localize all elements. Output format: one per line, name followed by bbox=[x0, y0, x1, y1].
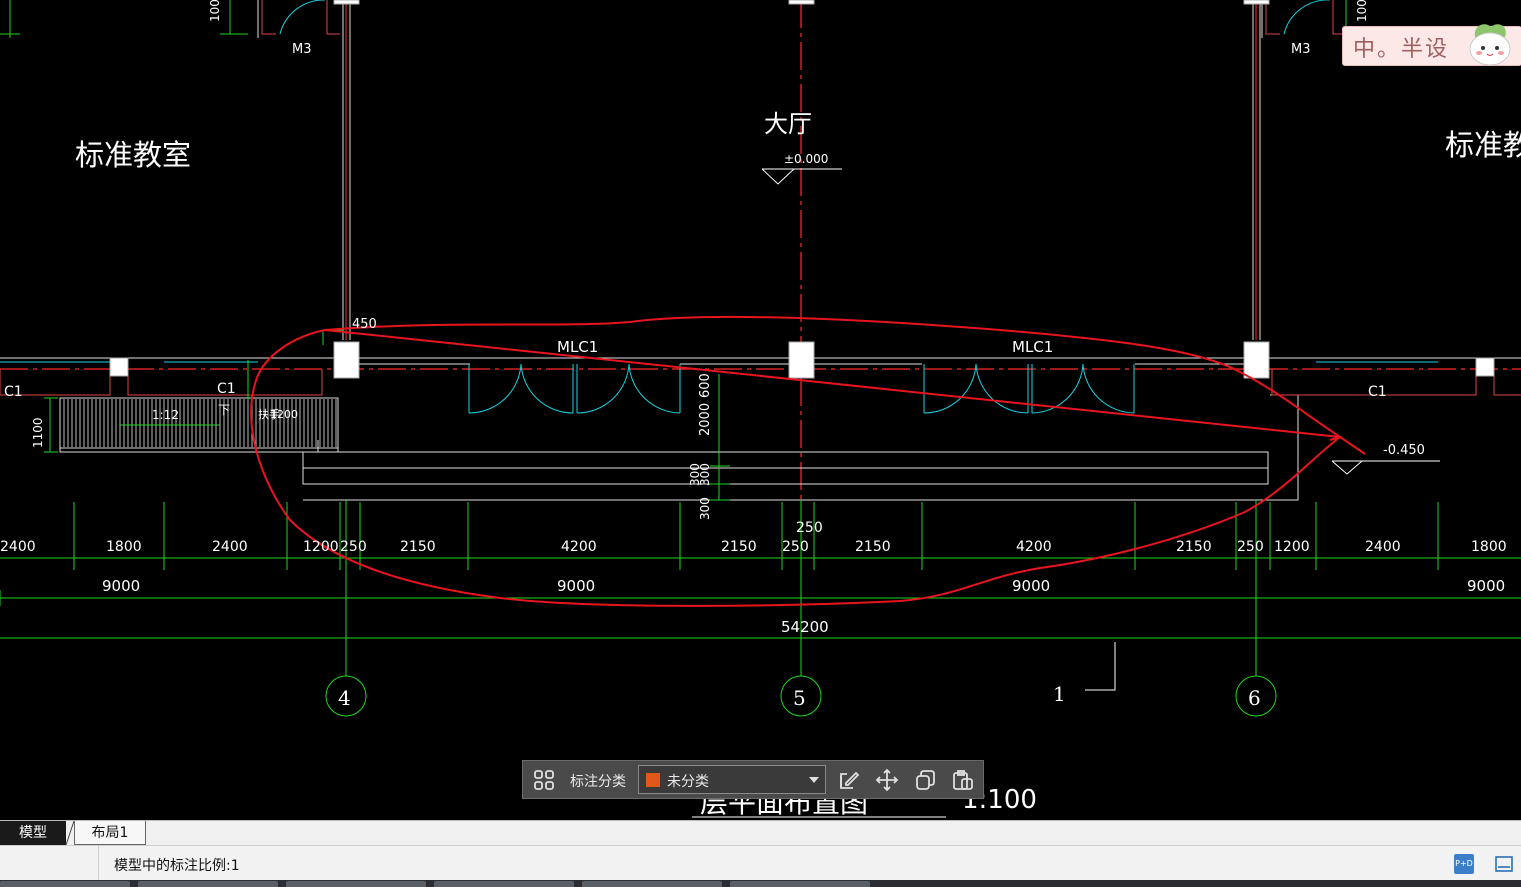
dim-vert-top-right: 1000 bbox=[1355, 0, 1369, 22]
ramp-side-dim: 1100 bbox=[31, 417, 45, 448]
os-taskbar bbox=[0, 880, 1521, 887]
dim-450: 450 bbox=[352, 317, 377, 332]
dim-vert-top-left: 1000 bbox=[208, 0, 222, 22]
dim-label: 9000 bbox=[1467, 577, 1505, 595]
window-tag-c1-right: C1 bbox=[1368, 384, 1387, 400]
annotation-category-select[interactable]: 未分类 bbox=[638, 765, 826, 794]
elevation-hall: ±0.000 bbox=[784, 152, 828, 166]
ime-text: 中。半设 bbox=[1353, 37, 1450, 62]
ramp-width: 1200 bbox=[270, 408, 298, 421]
move-icon[interactable] bbox=[875, 768, 899, 792]
taskbar-item[interactable] bbox=[0, 881, 130, 887]
dim-label: 1200 bbox=[1274, 539, 1310, 555]
tab-layout1[interactable]: 布局1 bbox=[74, 821, 146, 845]
ime-widget[interactable]: 中。半设 bbox=[1342, 24, 1521, 66]
chevron-down-icon bbox=[809, 777, 819, 783]
room-label-right: 标准教 bbox=[1445, 128, 1521, 162]
taskbar-item[interactable] bbox=[286, 881, 426, 887]
annotation-toolbar: 标注分类 未分类 bbox=[522, 760, 984, 799]
status-left-panel bbox=[0, 846, 99, 881]
dim-label: 9000 bbox=[102, 577, 140, 595]
dim-label: 4200 bbox=[1016, 539, 1052, 555]
copy-icon[interactable] bbox=[913, 768, 937, 792]
cat-mascot-icon bbox=[1469, 24, 1511, 66]
dim-label: 250 bbox=[1237, 539, 1264, 555]
layout-tab-bar: 模型 布局1 bbox=[0, 820, 1521, 846]
column-4 bbox=[333, 341, 360, 379]
dim-row-1: 2400 1800 2400 1200 250 2150 4200 2150 250 2150 42… bbox=[0, 539, 1507, 555]
grid-apps-icon[interactable] bbox=[532, 768, 556, 792]
window-tag-c1-left: C1 bbox=[217, 381, 236, 397]
dim-label: 4200 bbox=[561, 539, 597, 555]
p-d-icon[interactable]: P+D bbox=[1454, 854, 1474, 874]
floor-plan-drawing: 标准教室 标准教 大厅 ±0.000 -0.450 M3 M3 MLC1 MLC… bbox=[0, 0, 1521, 819]
dim-label: 250 bbox=[782, 539, 809, 555]
dim-label: 250 bbox=[340, 539, 367, 555]
dim-label: 2150 bbox=[855, 539, 891, 555]
annotation-category-value: 未分类 bbox=[667, 774, 709, 790]
window-tag-c1-far-left: C1 bbox=[4, 384, 23, 400]
column-6 bbox=[1243, 341, 1270, 379]
door-tag-m3-right: M3 bbox=[1291, 42, 1311, 57]
axis-label-5: 5 bbox=[793, 686, 806, 710]
door-tag-m3-left: M3 bbox=[292, 42, 312, 57]
dim-label: 2400 bbox=[212, 539, 248, 555]
dim-vert-300b: 300 bbox=[698, 497, 712, 520]
dim-label: 1800 bbox=[106, 539, 142, 555]
dim-vert-600: 600 bbox=[698, 373, 713, 398]
window-icon[interactable] bbox=[1494, 854, 1514, 874]
status-bar: 模型中的标注比例:1 P+D bbox=[0, 845, 1521, 881]
dim-row-2: 9000 9000 9000 9000 bbox=[102, 577, 1505, 595]
ramp-slope: 1:12 bbox=[152, 408, 179, 422]
dim-label: 2150 bbox=[400, 539, 436, 555]
annotation-category-label: 标注分类 bbox=[570, 774, 626, 790]
dim-total: 54200 bbox=[781, 618, 829, 636]
category-color-swatch bbox=[646, 773, 660, 787]
taskbar-item[interactable] bbox=[434, 881, 574, 887]
column-5 bbox=[788, 341, 815, 379]
door-tag-mlc1-right: MLC1 bbox=[1012, 338, 1053, 356]
dim-label: 2150 bbox=[721, 539, 757, 555]
room-label-hall: 大厅 bbox=[764, 110, 812, 138]
edit-icon[interactable] bbox=[837, 768, 861, 792]
paste-icon[interactable] bbox=[951, 768, 975, 792]
tab-model[interactable]: 模型 bbox=[0, 821, 66, 845]
taskbar-item[interactable] bbox=[138, 881, 278, 887]
dim-label: 2150 bbox=[1176, 539, 1212, 555]
dim-label: 1200 bbox=[303, 539, 339, 555]
dim-label: 1800 bbox=[1471, 539, 1507, 555]
drawing-canvas[interactable]: 标准教室 标准教 大厅 ±0.000 -0.450 M3 M3 MLC1 MLC… bbox=[0, 0, 1521, 820]
section-mark: 1 bbox=[1053, 682, 1066, 706]
axis-label-4: 4 bbox=[338, 686, 351, 710]
dim-vert-300c: 300 bbox=[688, 463, 702, 486]
status-text: 模型中的标注比例:1 bbox=[114, 858, 240, 874]
axis-label-6: 6 bbox=[1248, 686, 1261, 710]
dim-label: 9000 bbox=[557, 577, 595, 595]
ramp-down: 下 bbox=[218, 403, 230, 417]
taskbar-item[interactable] bbox=[730, 881, 870, 887]
dim-vert-2000: 2000 bbox=[698, 403, 713, 436]
dim-label: 2400 bbox=[1365, 539, 1401, 555]
elevation-exterior: -0.450 bbox=[1383, 443, 1425, 458]
dim-label: 9000 bbox=[1012, 577, 1050, 595]
dim-label: 2400 bbox=[0, 539, 36, 555]
door-tag-mlc1-left: MLC1 bbox=[557, 338, 598, 356]
dim-250-center: 250 bbox=[796, 520, 823, 536]
taskbar-item[interactable] bbox=[582, 881, 722, 887]
room-label-left: 标准教室 bbox=[75, 138, 191, 172]
